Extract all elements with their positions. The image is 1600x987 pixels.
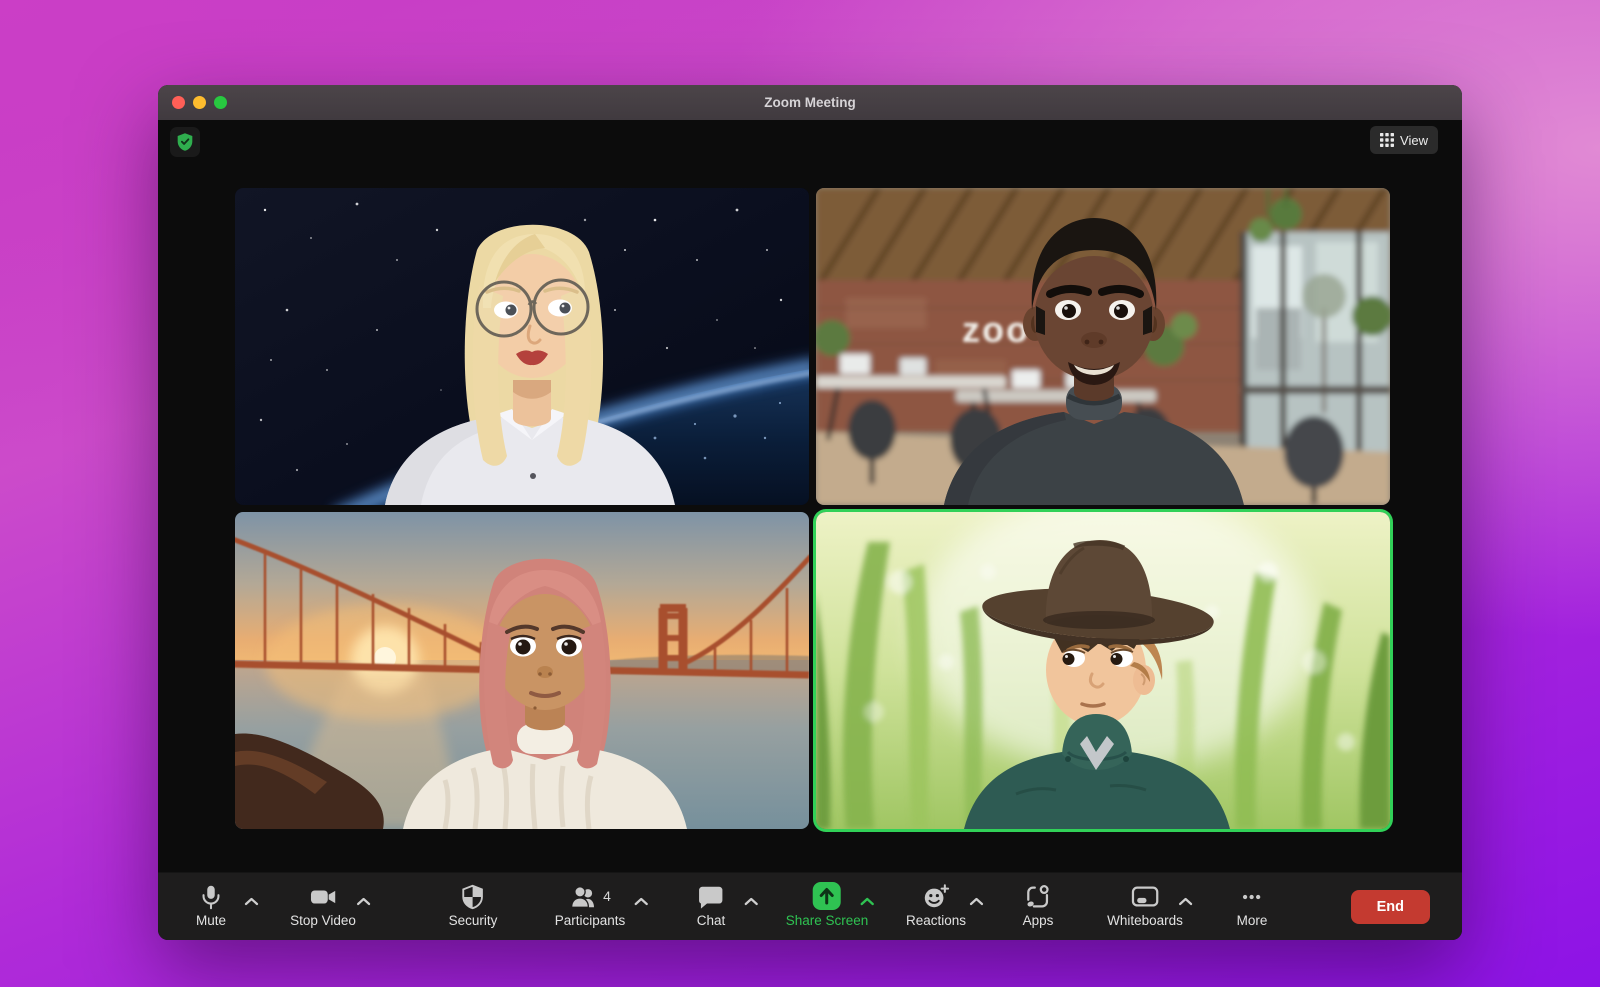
share-screen-menu-chevron[interactable] (860, 894, 875, 909)
participants-count-badge: 4 (603, 888, 611, 904)
security-shield-icon (462, 884, 484, 910)
apps-button[interactable]: Apps (1022, 880, 1054, 928)
participants-button[interactable]: 4 Participants (554, 880, 649, 928)
stop-video-label: Stop Video (290, 913, 356, 928)
mute-menu-chevron[interactable] (244, 894, 259, 909)
svg-text:zoo: zoo (962, 309, 1030, 350)
share-screen-button[interactable]: Share Screen (785, 880, 875, 928)
apps-label: Apps (1022, 913, 1054, 928)
share-screen-icon (813, 882, 841, 910)
video-menu-chevron[interactable] (356, 894, 371, 909)
window-title: Zoom Meeting (764, 95, 856, 110)
end-meeting-button[interactable]: End (1350, 889, 1430, 924)
whiteboards-menu-chevron[interactable] (1178, 894, 1193, 909)
participants-icon (571, 886, 595, 908)
security-button[interactable]: Security (448, 880, 498, 928)
apps-icon (1027, 885, 1050, 908)
avatar-man-office: zoo (816, 188, 1390, 505)
avatar-pink-woman-bridge (235, 512, 809, 829)
more-label: More (1236, 913, 1268, 928)
security-label: Security (448, 913, 498, 928)
titlebar: Zoom Meeting (158, 85, 1462, 120)
grid-view-icon (1380, 133, 1395, 147)
reactions-button[interactable]: Reactions (905, 880, 984, 928)
reactions-menu-chevron[interactable] (969, 894, 984, 909)
participants-label: Participants (554, 913, 626, 928)
view-button-label: View (1400, 132, 1428, 148)
mute-label: Mute (195, 913, 227, 928)
desktop: { "window": { "title": "Zoom Meeting" },… (0, 0, 1600, 987)
meeting-stage: View zoo (158, 120, 1462, 872)
video-tile-participant-4-active-speaker[interactable] (816, 512, 1390, 829)
whiteboards-button[interactable]: Whiteboards (1107, 880, 1193, 928)
video-tile-participant-2[interactable]: zoo (816, 188, 1390, 505)
chat-menu-chevron[interactable] (744, 894, 759, 909)
more-ellipsis-icon (1243, 894, 1261, 900)
chat-label: Chat (696, 913, 726, 928)
stop-video-button[interactable]: Stop Video (290, 880, 371, 928)
avatar-boy-hat-grass (816, 512, 1390, 829)
shield-check-icon (177, 133, 193, 151)
chat-bubble-icon (699, 886, 723, 909)
meeting-security-badge[interactable] (170, 127, 200, 157)
video-grid: zoo (235, 188, 1390, 830)
whiteboard-icon (1131, 886, 1159, 907)
view-button[interactable]: View (1370, 126, 1438, 154)
microphone-icon (202, 885, 220, 910)
avatar-blonde-woman-space (235, 188, 809, 505)
zoom-meeting-window: Zoom Meeting View zoo Mute Stop Video Se… (158, 85, 1462, 940)
chat-button[interactable]: Chat (696, 880, 759, 928)
video-tile-participant-1[interactable] (235, 188, 809, 505)
more-button[interactable]: More (1236, 880, 1268, 928)
share-screen-label: Share Screen (785, 913, 869, 928)
video-tile-participant-3[interactable] (235, 512, 809, 829)
mute-button[interactable]: Mute (195, 880, 259, 928)
whiteboards-label: Whiteboards (1107, 913, 1183, 928)
reactions-smiley-icon (924, 884, 950, 908)
video-camera-icon (310, 890, 336, 904)
meeting-toolbar: Mute Stop Video Security 4 Participants … (158, 872, 1462, 940)
reactions-label: Reactions (905, 913, 967, 928)
participants-menu-chevron[interactable] (634, 894, 649, 909)
